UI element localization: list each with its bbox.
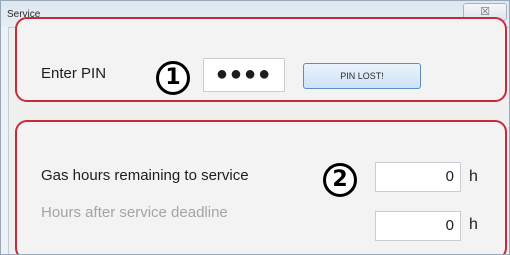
gas-hours-label: Gas hours remaining to service xyxy=(41,167,249,184)
pin-lost-button[interactable]: PIN LOST! xyxy=(303,63,421,89)
hours-after-deadline-label: Hours after service deadline xyxy=(41,204,228,221)
callout-badge-1: 1 xyxy=(156,61,190,95)
callout-badge-2: 2 xyxy=(323,163,357,197)
gas-hours-field[interactable]: 0 xyxy=(375,162,461,192)
gas-hours-unit: h xyxy=(469,168,478,185)
pin-input[interactable]: ●●●● xyxy=(203,58,285,92)
enter-pin-label: Enter PIN xyxy=(41,65,107,82)
hours-after-deadline-unit: h xyxy=(469,216,478,233)
hours-after-deadline-field[interactable]: 0 xyxy=(375,211,461,241)
service-dialog: Service ☒ Enter PIN 1 ●●●● PIN LOST! Gas… xyxy=(0,0,510,255)
